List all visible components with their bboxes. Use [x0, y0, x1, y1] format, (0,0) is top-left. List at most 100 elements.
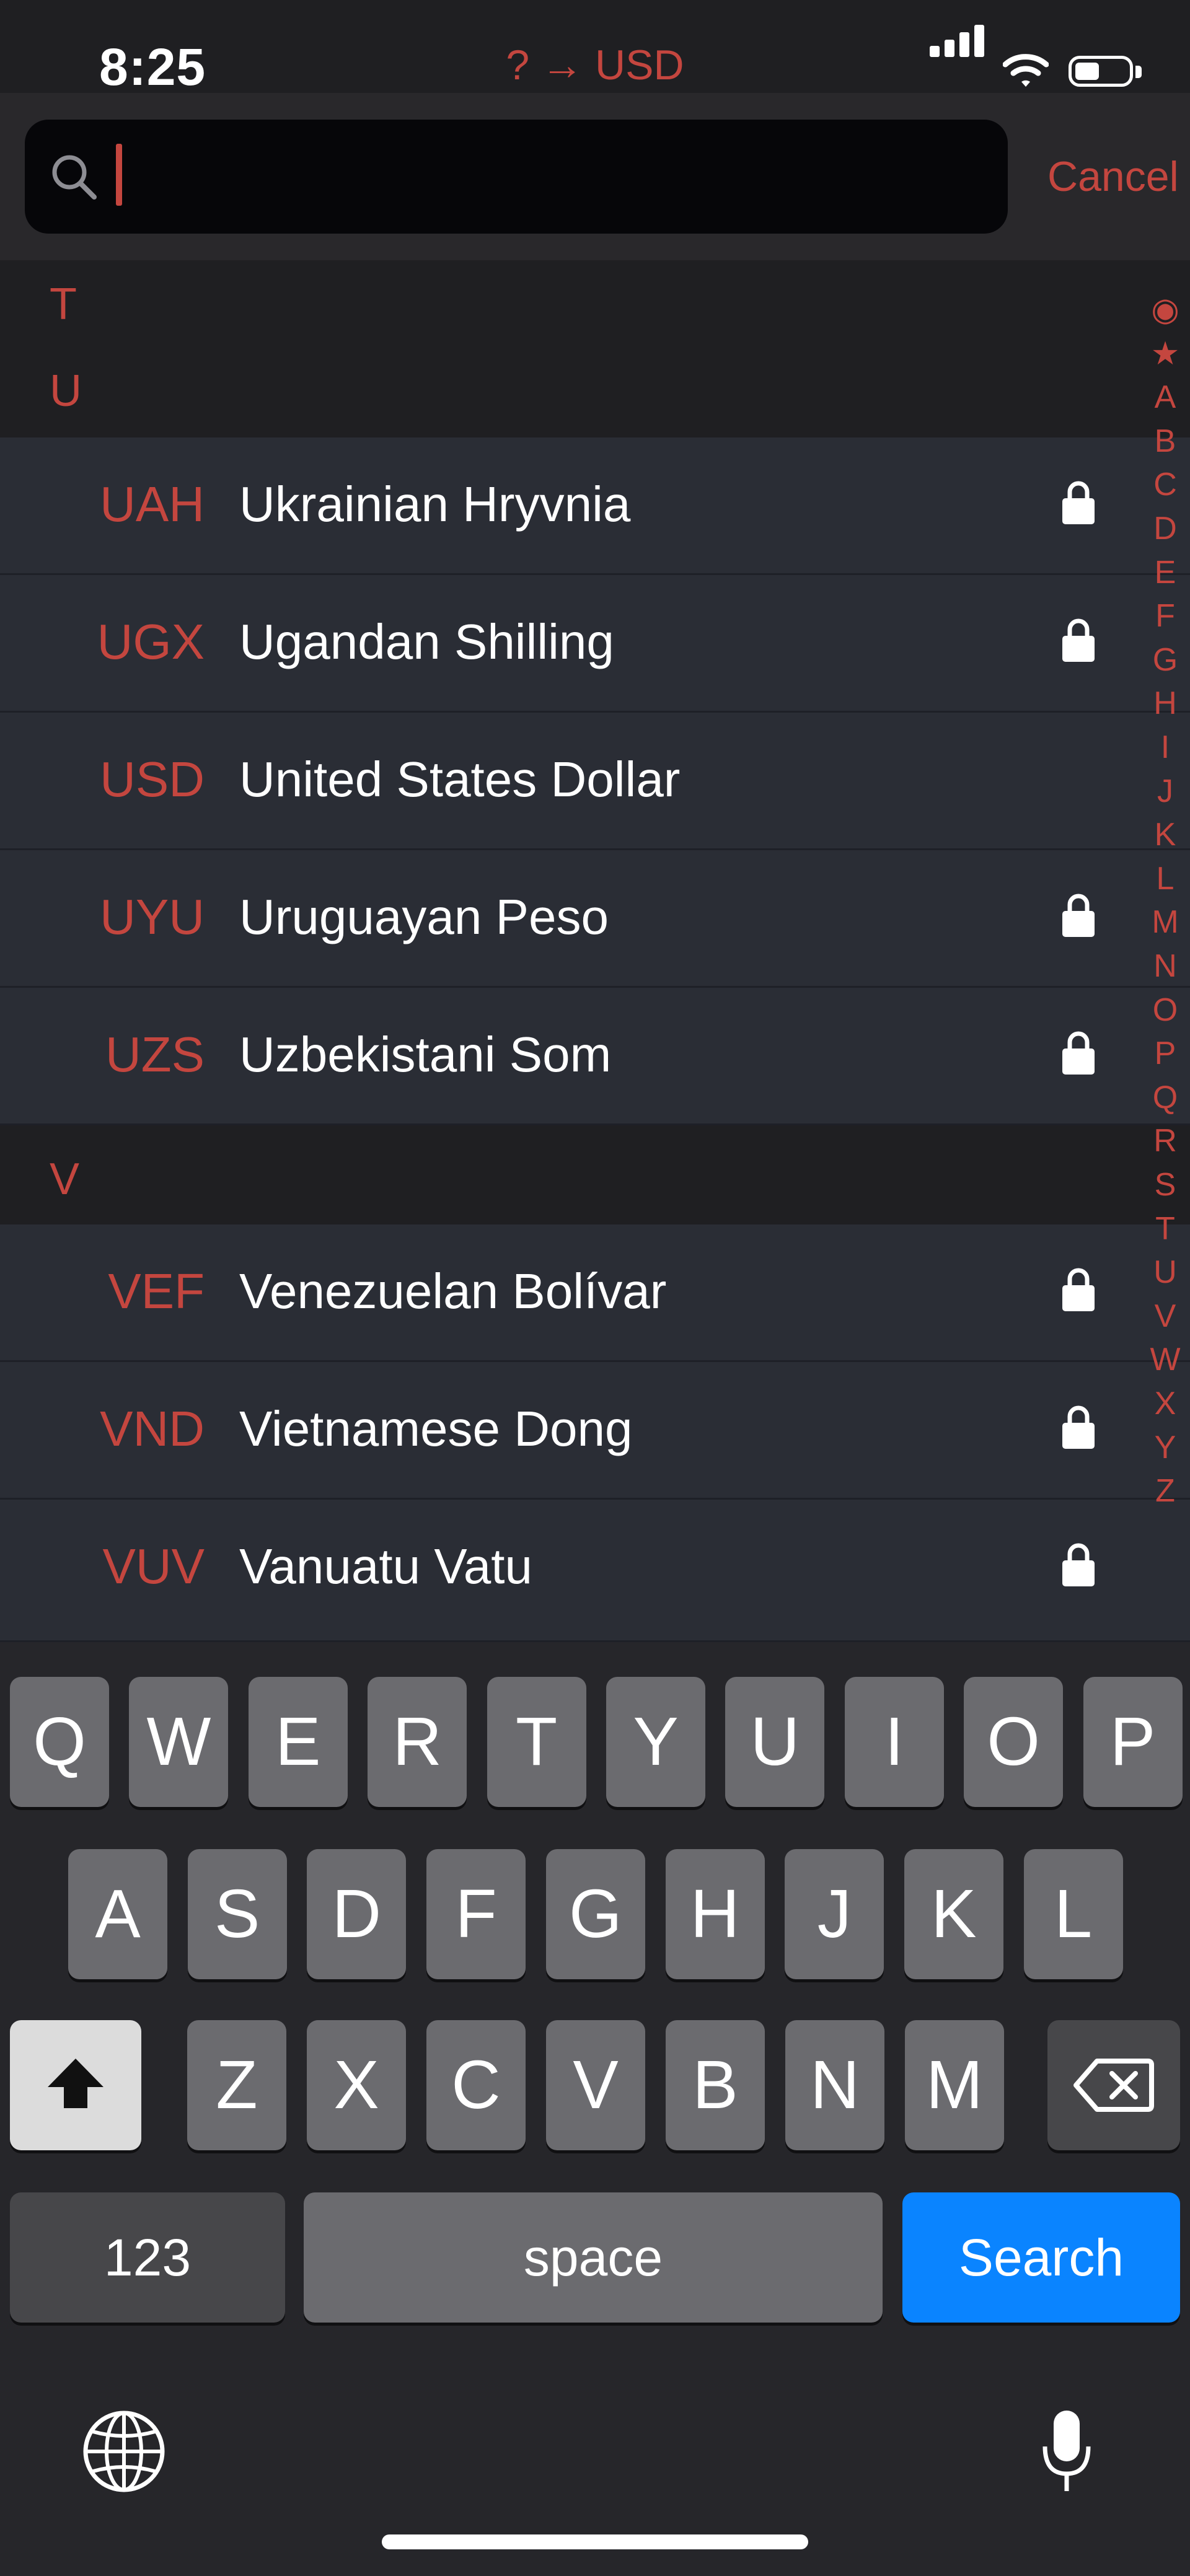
- index-letter[interactable]: F: [1140, 597, 1190, 635]
- key-3[interactable]: F: [426, 1849, 526, 1979]
- index-letter[interactable]: M: [1140, 903, 1190, 941]
- home-indicator[interactable]: [382, 2534, 808, 2549]
- currency-row-vef[interactable]: VEF Venezuelan Bolívar: [0, 1224, 1190, 1362]
- battery-cap: [1135, 66, 1142, 78]
- lock-icon: [1061, 1403, 1096, 1453]
- section-letter: U: [50, 366, 82, 416]
- lock-icon: [1061, 1029, 1096, 1079]
- key-5[interactable]: Y: [606, 1677, 705, 1807]
- currency-row-vnd[interactable]: VND Vietnamese Dong: [0, 1362, 1190, 1500]
- lock-icon: [1061, 616, 1096, 666]
- section-header-t: T: [0, 260, 1190, 353]
- wifi-icon: [1002, 51, 1049, 91]
- key-3[interactable]: R: [368, 1677, 467, 1807]
- key-4[interactable]: B: [666, 2020, 765, 2150]
- index-letter[interactable]: K: [1140, 816, 1190, 853]
- index-letter[interactable]: R: [1140, 1122, 1190, 1159]
- key-7[interactable]: K: [904, 1849, 1003, 1979]
- currency-row-uyu[interactable]: UYU Uruguayan Peso: [0, 850, 1190, 988]
- backspace-key[interactable]: [1047, 2020, 1180, 2150]
- currency-row-vuv[interactable]: VUV Vanuatu Vatu: [0, 1500, 1190, 1642]
- key-7[interactable]: I: [844, 1677, 944, 1807]
- section-letter: V: [50, 1154, 80, 1204]
- key-4[interactable]: G: [545, 1849, 645, 1979]
- index-letter[interactable]: I: [1140, 729, 1190, 766]
- index-letter[interactable]: ◉: [1140, 291, 1190, 328]
- index-letter[interactable]: H: [1140, 685, 1190, 722]
- key-5[interactable]: H: [665, 1849, 765, 1979]
- shift-icon: [48, 2059, 104, 2108]
- key-3[interactable]: V: [546, 2020, 645, 2150]
- key-0[interactable]: Q: [10, 1677, 109, 1807]
- currency-code: VUV: [102, 1539, 205, 1594]
- key-2[interactable]: D: [307, 1849, 407, 1979]
- section-header-v: V: [0, 1125, 1190, 1224]
- key-5[interactable]: N: [785, 2020, 884, 2150]
- lock-icon: [1061, 891, 1096, 941]
- search-icon: [50, 152, 99, 205]
- key-9[interactable]: P: [1083, 1677, 1183, 1807]
- key-8[interactable]: L: [1023, 1849, 1123, 1979]
- search-key[interactable]: Search: [902, 2192, 1180, 2323]
- section-header-u: U: [0, 353, 1190, 437]
- index-letter[interactable]: W: [1140, 1341, 1190, 1378]
- index-letter[interactable]: D: [1140, 510, 1190, 547]
- battery-icon: [1069, 56, 1133, 87]
- key-1[interactable]: S: [187, 1849, 287, 1979]
- key-1[interactable]: X: [307, 2020, 406, 2150]
- section-letter: T: [50, 279, 77, 329]
- currency-code: USD: [100, 752, 205, 807]
- currency-row-usd[interactable]: USD United States Dollar: [0, 713, 1190, 850]
- index-letter[interactable]: T: [1140, 1210, 1190, 1247]
- currency-row-uzs[interactable]: UZS Uzbekistani Som: [0, 988, 1190, 1125]
- key-0[interactable]: Z: [187, 2020, 286, 2150]
- currency-name: Uzbekistani Som: [239, 1027, 612, 1082]
- microphone-icon[interactable]: [1039, 2408, 1095, 2498]
- key-1[interactable]: W: [129, 1677, 229, 1807]
- index-letter[interactable]: Y: [1140, 1429, 1190, 1466]
- index-letter[interactable]: X: [1140, 1385, 1190, 1422]
- shift-key[interactable]: [10, 2020, 141, 2150]
- index-letter[interactable]: G: [1140, 641, 1190, 679]
- currency-name: United States Dollar: [239, 752, 681, 807]
- key-6[interactable]: J: [785, 1849, 884, 1979]
- search-input[interactable]: [112, 138, 982, 217]
- index-letter[interactable]: O: [1140, 991, 1190, 1029]
- index-letter[interactable]: L: [1140, 860, 1190, 897]
- key-0[interactable]: A: [68, 1849, 167, 1979]
- numbers-key[interactable]: 123: [10, 2192, 285, 2323]
- cancel-button[interactable]: Cancel: [1047, 152, 1179, 201]
- globe-icon[interactable]: [81, 2408, 167, 2498]
- index-letter[interactable]: C: [1140, 466, 1190, 503]
- currency-code: VEF: [108, 1264, 205, 1319]
- index-letter[interactable]: S: [1140, 1166, 1190, 1203]
- currency-row-uah[interactable]: UAH Ukrainian Hryvnia: [0, 437, 1190, 575]
- space-key[interactable]: space: [304, 2192, 883, 2323]
- key-2[interactable]: C: [426, 2020, 526, 2150]
- index-letter[interactable]: P: [1140, 1035, 1190, 1072]
- lock-icon: [1061, 1265, 1096, 1316]
- index-letter[interactable]: U: [1140, 1254, 1190, 1291]
- index-letter[interactable]: E: [1140, 554, 1190, 591]
- index-letter[interactable]: ★: [1140, 335, 1190, 372]
- key-6[interactable]: M: [905, 2020, 1004, 2150]
- text-caret: [116, 144, 122, 206]
- index-letter[interactable]: B: [1140, 423, 1190, 460]
- currency-code: UZS: [105, 1027, 205, 1082]
- index-letter[interactable]: J: [1140, 773, 1190, 810]
- key-8[interactable]: O: [964, 1677, 1064, 1807]
- key-4[interactable]: T: [487, 1677, 586, 1807]
- index-letter[interactable]: V: [1140, 1298, 1190, 1335]
- currency-code: UAH: [100, 477, 205, 532]
- currency-name: Ukrainian Hryvnia: [239, 477, 631, 532]
- currency-code: UGX: [97, 614, 205, 669]
- section-index[interactable]: ◉ ★ A B C D E F G H I J K L M N O P Q R S T U V W X Y Z: [1140, 291, 1190, 1518]
- lock-icon: [1061, 478, 1096, 529]
- index-letter[interactable]: A: [1140, 379, 1190, 416]
- key-6[interactable]: U: [725, 1677, 825, 1807]
- currency-row-ugx[interactable]: UGX Ugandan Shilling: [0, 575, 1190, 713]
- index-letter[interactable]: N: [1140, 947, 1190, 985]
- index-letter[interactable]: Z: [1140, 1472, 1190, 1510]
- key-2[interactable]: E: [248, 1677, 348, 1807]
- index-letter[interactable]: Q: [1140, 1079, 1190, 1116]
